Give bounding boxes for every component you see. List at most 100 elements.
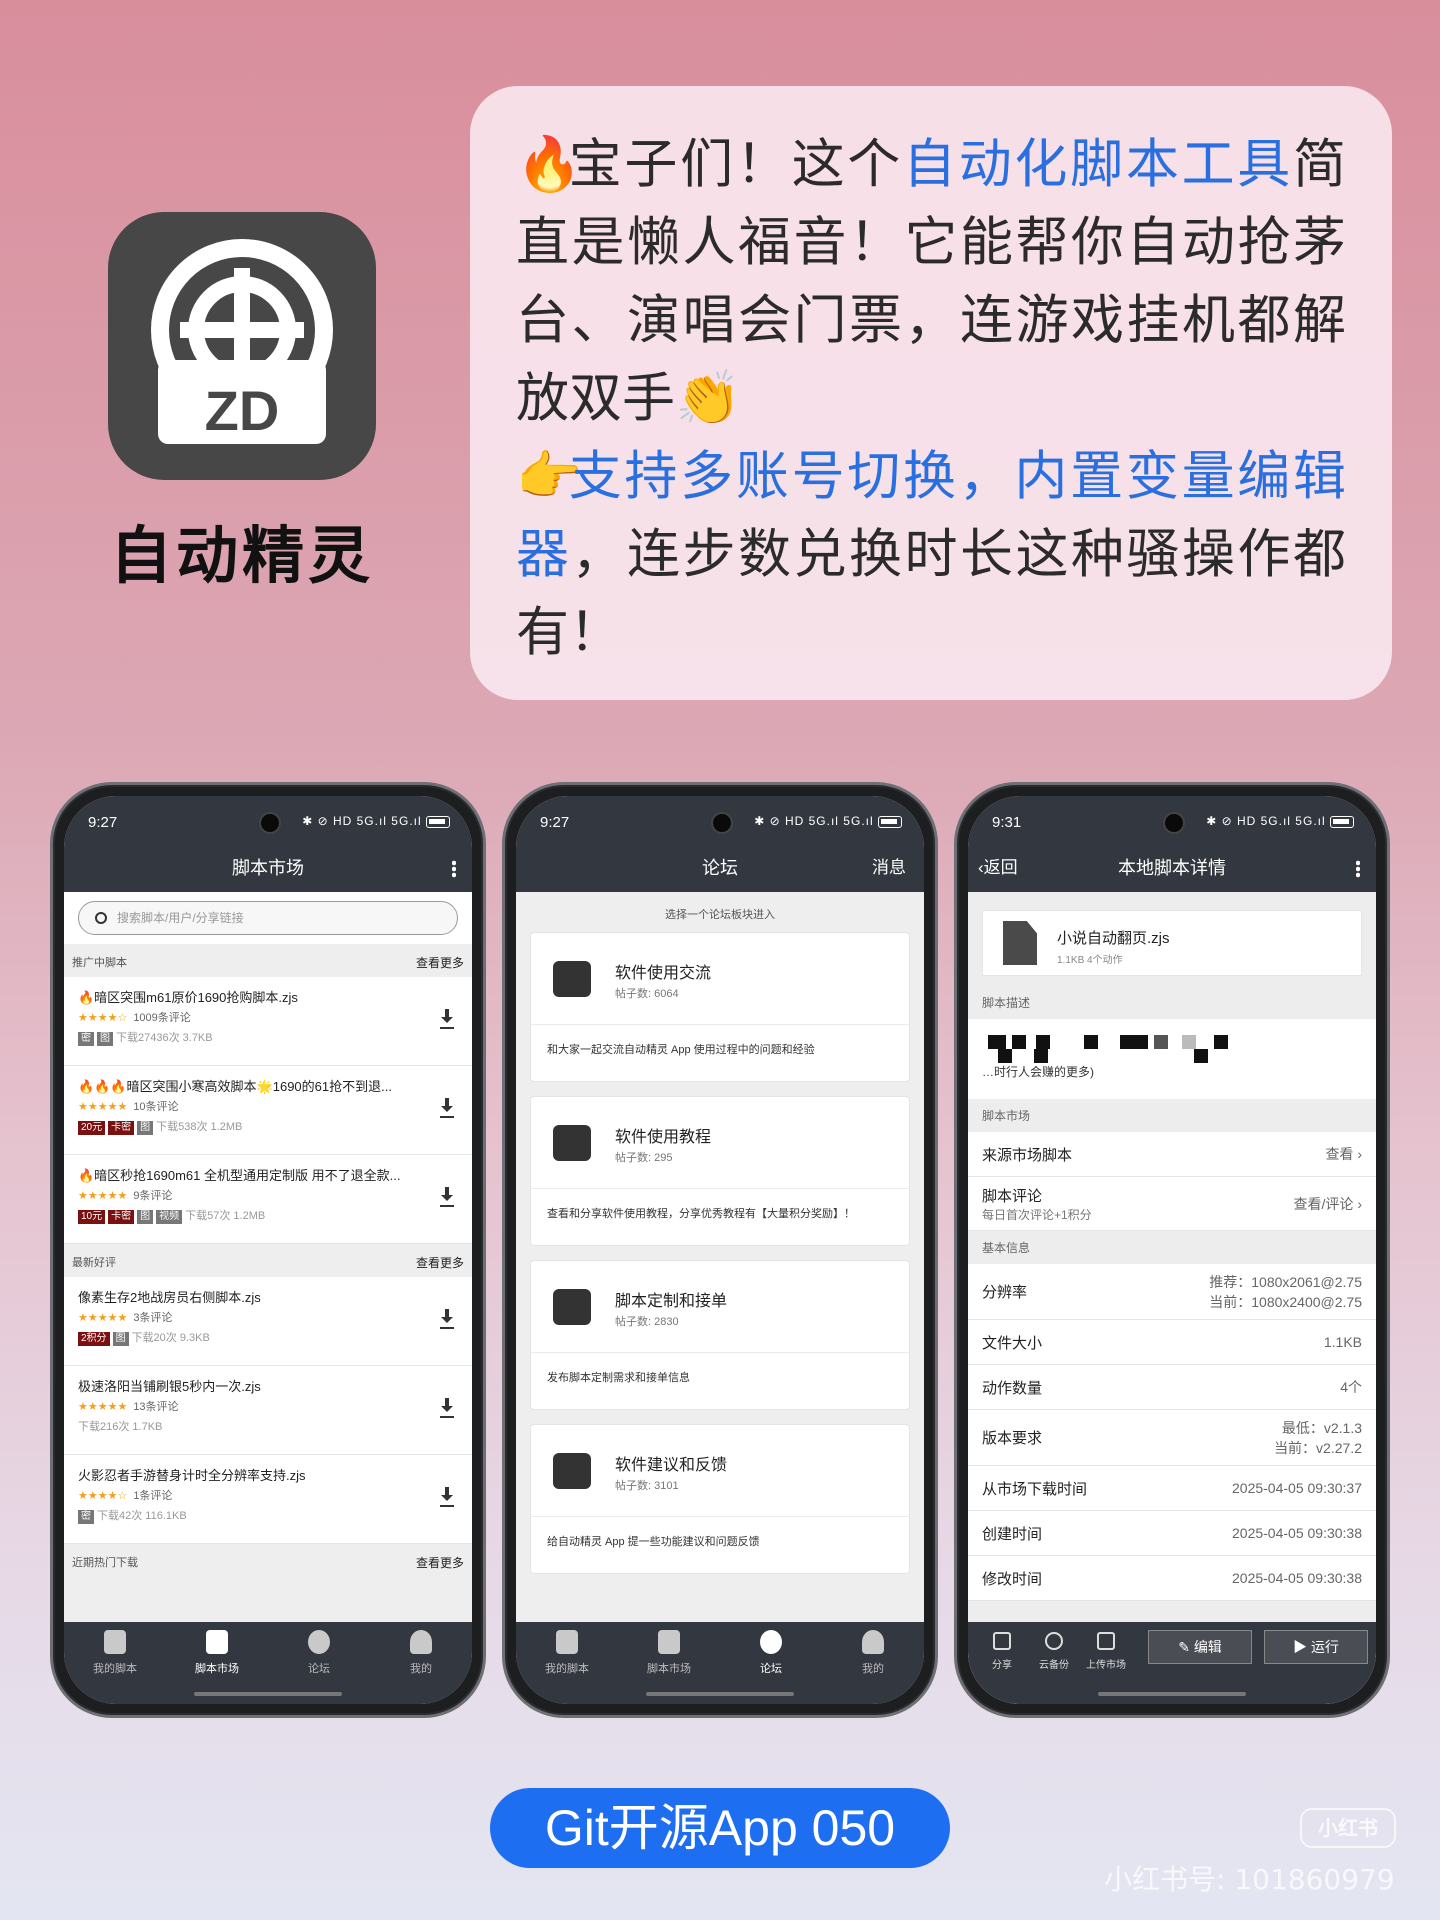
censor-block bbox=[1194, 1049, 1208, 1063]
edit-button[interactable]: ✎ 编辑 bbox=[1148, 1630, 1252, 1664]
nav-my-scripts[interactable]: 我的脚本 bbox=[516, 1622, 618, 1704]
zd-logo-icon: ZD bbox=[151, 239, 333, 444]
phone-script-market: 9:27 ✱ ⊘ HD 5G.ıl 5G.ıl 脚本市场 搜索脚本/用户/分享链… bbox=[50, 782, 486, 1718]
file-card: 小说自动翻页.zjs 1.1KB 4个动作 bbox=[982, 910, 1362, 976]
cloud-upload-icon bbox=[1045, 1632, 1063, 1650]
info-row: 分辨率 推荐：1080x2061@2.75 当前：1080x2400@2.75 bbox=[968, 1264, 1376, 1320]
shopping-bag-icon bbox=[206, 1630, 228, 1654]
cloud-backup-button[interactable]: 云备份 bbox=[1028, 1630, 1080, 1671]
source-market-row[interactable]: 来源市场脚本 查看 › bbox=[968, 1132, 1376, 1177]
home-indicator bbox=[194, 1692, 342, 1696]
download-info: 下载538次 1.2MB bbox=[156, 1121, 243, 1133]
tools-icon bbox=[553, 1289, 591, 1325]
board-desc: 给自动精灵 App 提一些功能建议和问题反馈 bbox=[547, 1536, 760, 1548]
section-promo: 推广中脚本 查看更多 bbox=[64, 944, 472, 977]
svg-text:ZD: ZD bbox=[205, 379, 280, 442]
nav-label: 我的脚本 bbox=[545, 1663, 589, 1675]
info-row: 修改时间 2025-04-05 09:30:38 bbox=[968, 1556, 1376, 1601]
status-icons: ✱ ⊘ HD 5G.ıl 5G.ıl bbox=[302, 814, 450, 828]
see-more-link[interactable]: 查看更多 bbox=[416, 954, 464, 971]
row-value: 查看/评论 › bbox=[1294, 1194, 1362, 1214]
nav-me[interactable]: 我的 bbox=[822, 1622, 924, 1704]
see-more-link[interactable]: 查看更多 bbox=[416, 1254, 464, 1271]
description-tail: …时行人会赚的更多) bbox=[982, 1065, 1094, 1079]
download-icon[interactable] bbox=[440, 1098, 454, 1118]
messages-button[interactable]: 消息 bbox=[872, 850, 906, 886]
run-button[interactable]: ▶ 运行 bbox=[1264, 1630, 1368, 1664]
section-title: 近期热门下载 bbox=[72, 1557, 138, 1569]
status-bar: 9:31 ✱ ⊘ HD 5G.ıl 5G.ıl bbox=[968, 796, 1376, 850]
forum-icon bbox=[308, 1630, 330, 1654]
user-icon bbox=[862, 1630, 884, 1654]
list-item[interactable]: 🔥🔥🔥暗区突围小寒高效脚本🌟1690的61抢不到退... ★★★★★ 10条评论 … bbox=[64, 1066, 472, 1155]
more-menu-icon[interactable] bbox=[1356, 860, 1360, 878]
status-bar: 9:27 ✱ ⊘ HD 5G.ıl 5G.ıl bbox=[64, 796, 472, 850]
board-card[interactable]: 软件使用交流 帖子数: 6064 和大家一起交流自动精灵 App 使用过程中的问题… bbox=[530, 932, 910, 1082]
list-item[interactable]: 🔥暗区秒抢1690m61 全机型通用定制版 用不了退全款... ★★★★★ 9条评… bbox=[64, 1155, 472, 1244]
row-label-text: 脚本评论 bbox=[982, 1187, 1043, 1205]
row-label: 来源市场脚本 bbox=[982, 1146, 1073, 1164]
info-row: 动作数量 4个 bbox=[968, 1365, 1376, 1410]
download-icon[interactable] bbox=[440, 1398, 454, 1418]
share-icon bbox=[993, 1632, 1011, 1650]
status-bar: 9:27 ✱ ⊘ HD 5G.ıl 5G.ıl bbox=[516, 796, 924, 850]
app-name: 自动精灵 bbox=[109, 519, 374, 592]
file-name: 小说自动翻页.zjs bbox=[1057, 930, 1170, 947]
action-label: 上传市场 bbox=[1086, 1660, 1126, 1671]
board-header: 软件使用教程帖子数: 295 bbox=[531, 1097, 909, 1189]
see-more-link[interactable]: 查看更多 bbox=[416, 1554, 464, 1571]
stars: ★★★★★ bbox=[78, 1101, 128, 1113]
row-label: 动作数量 bbox=[982, 1379, 1043, 1397]
nav-my-scripts[interactable]: 我的脚本 bbox=[64, 1622, 166, 1704]
upload-market-button[interactable]: 上传市场 bbox=[1080, 1630, 1132, 1671]
stars: ★★★★☆ bbox=[78, 1490, 128, 1502]
nav-me[interactable]: 我的 bbox=[370, 1622, 472, 1704]
point-emoji: 👉 bbox=[516, 446, 582, 507]
chevron-right-icon: › bbox=[1353, 1195, 1362, 1212]
camera-icon bbox=[259, 812, 281, 834]
download-info: 下载20次 9.3KB bbox=[131, 1332, 210, 1344]
censor-block bbox=[1012, 1035, 1026, 1049]
download-icon[interactable] bbox=[440, 1487, 454, 1507]
censor-block bbox=[1120, 1035, 1148, 1049]
value-line: 最低：v2.1.3 bbox=[1281, 1419, 1362, 1436]
download-icon[interactable] bbox=[440, 1309, 454, 1329]
list-item[interactable]: 像素生存2地战房员右侧脚本.zjs ★★★★★ 3条评论 2积分图下载20次 9.… bbox=[64, 1277, 472, 1366]
share-button[interactable]: 分享 bbox=[976, 1630, 1028, 1671]
nav-label: 我的 bbox=[410, 1663, 432, 1675]
review-count: 1条评论 bbox=[133, 1490, 173, 1502]
search-input[interactable]: 搜索脚本/用户/分享链接 bbox=[78, 901, 458, 935]
board-card[interactable]: 软件使用教程 帖子数: 295 查看和分享软件使用教程，分享优秀教程有【大量积分奖… bbox=[530, 1096, 910, 1246]
board-name: 软件使用教程 bbox=[615, 1129, 712, 1146]
intro-bubble: 🔥宝子们！这个自动化脚本工具简直是懒人福音！它能帮你自动抢茅台、演唱会门票，连游… bbox=[470, 86, 1392, 700]
more-menu-icon[interactable] bbox=[452, 860, 456, 878]
status-time: 9:27 bbox=[540, 814, 570, 831]
list-item[interactable]: 火影忍者手游替身计时全分辨率支持.zjs ★★★★☆ 1条评论 密下载42次 11… bbox=[64, 1455, 472, 1544]
book-icon bbox=[553, 1125, 591, 1161]
user-icon bbox=[410, 1630, 432, 1654]
row-label: 修改时间 bbox=[982, 1570, 1043, 1588]
list-item[interactable]: 🔥暗区突围m61原价1690抢购脚本.zjs ★★★★☆ 1009条评论 密图下载… bbox=[64, 977, 472, 1066]
board-card[interactable]: 脚本定制和接单 帖子数: 2830 发布脚本定制需求和接单信息 bbox=[530, 1260, 910, 1410]
tag: 密 bbox=[78, 1032, 94, 1046]
intro-line1: 宝子们！这个 bbox=[566, 134, 903, 195]
intro-line2-rest: ，连步数兑换时长这种骚操作都有！ bbox=[516, 524, 1346, 663]
post-count: 帖子数: 295 bbox=[615, 1152, 673, 1164]
script-title: 像素生存2地战房员右侧脚本.zjs bbox=[78, 1290, 261, 1305]
board-card[interactable]: 软件建议和反馈 帖子数: 3101 给自动精灵 App 提一些功能建议和问题反馈 bbox=[530, 1424, 910, 1574]
back-button[interactable]: ‹返回 bbox=[978, 850, 1018, 886]
file-meta: 1.1KB 4个动作 bbox=[1057, 955, 1123, 966]
market-body: 搜索脚本/用户/分享链接 推广中脚本 查看更多 🔥暗区突围m61原价1690抢购脚… bbox=[64, 892, 472, 1704]
row-value: 最低：v2.1.3 当前：v2.27.2 bbox=[1274, 1418, 1362, 1458]
row-sublabel: 每日首次评论+1积分 bbox=[982, 1207, 1092, 1222]
battery-icon bbox=[878, 815, 902, 828]
download-icon[interactable] bbox=[440, 1009, 454, 1029]
list-item[interactable]: 极速洛阳当铺刷银5秒内一次.zjs ★★★★★ 13条评论 下载216次 1.7K… bbox=[64, 1366, 472, 1455]
meta: 密图下载27436次 3.7KB bbox=[78, 1029, 458, 1046]
censor-block bbox=[1154, 1035, 1168, 1049]
status-time: 9:27 bbox=[88, 814, 118, 831]
price-tag: 20元 bbox=[78, 1121, 106, 1135]
series-badge: Git开源App 050 bbox=[490, 1788, 950, 1868]
script-review-row[interactable]: 脚本评论每日首次评论+1积分 查看/评论 › bbox=[968, 1177, 1376, 1231]
download-icon[interactable] bbox=[440, 1187, 454, 1207]
